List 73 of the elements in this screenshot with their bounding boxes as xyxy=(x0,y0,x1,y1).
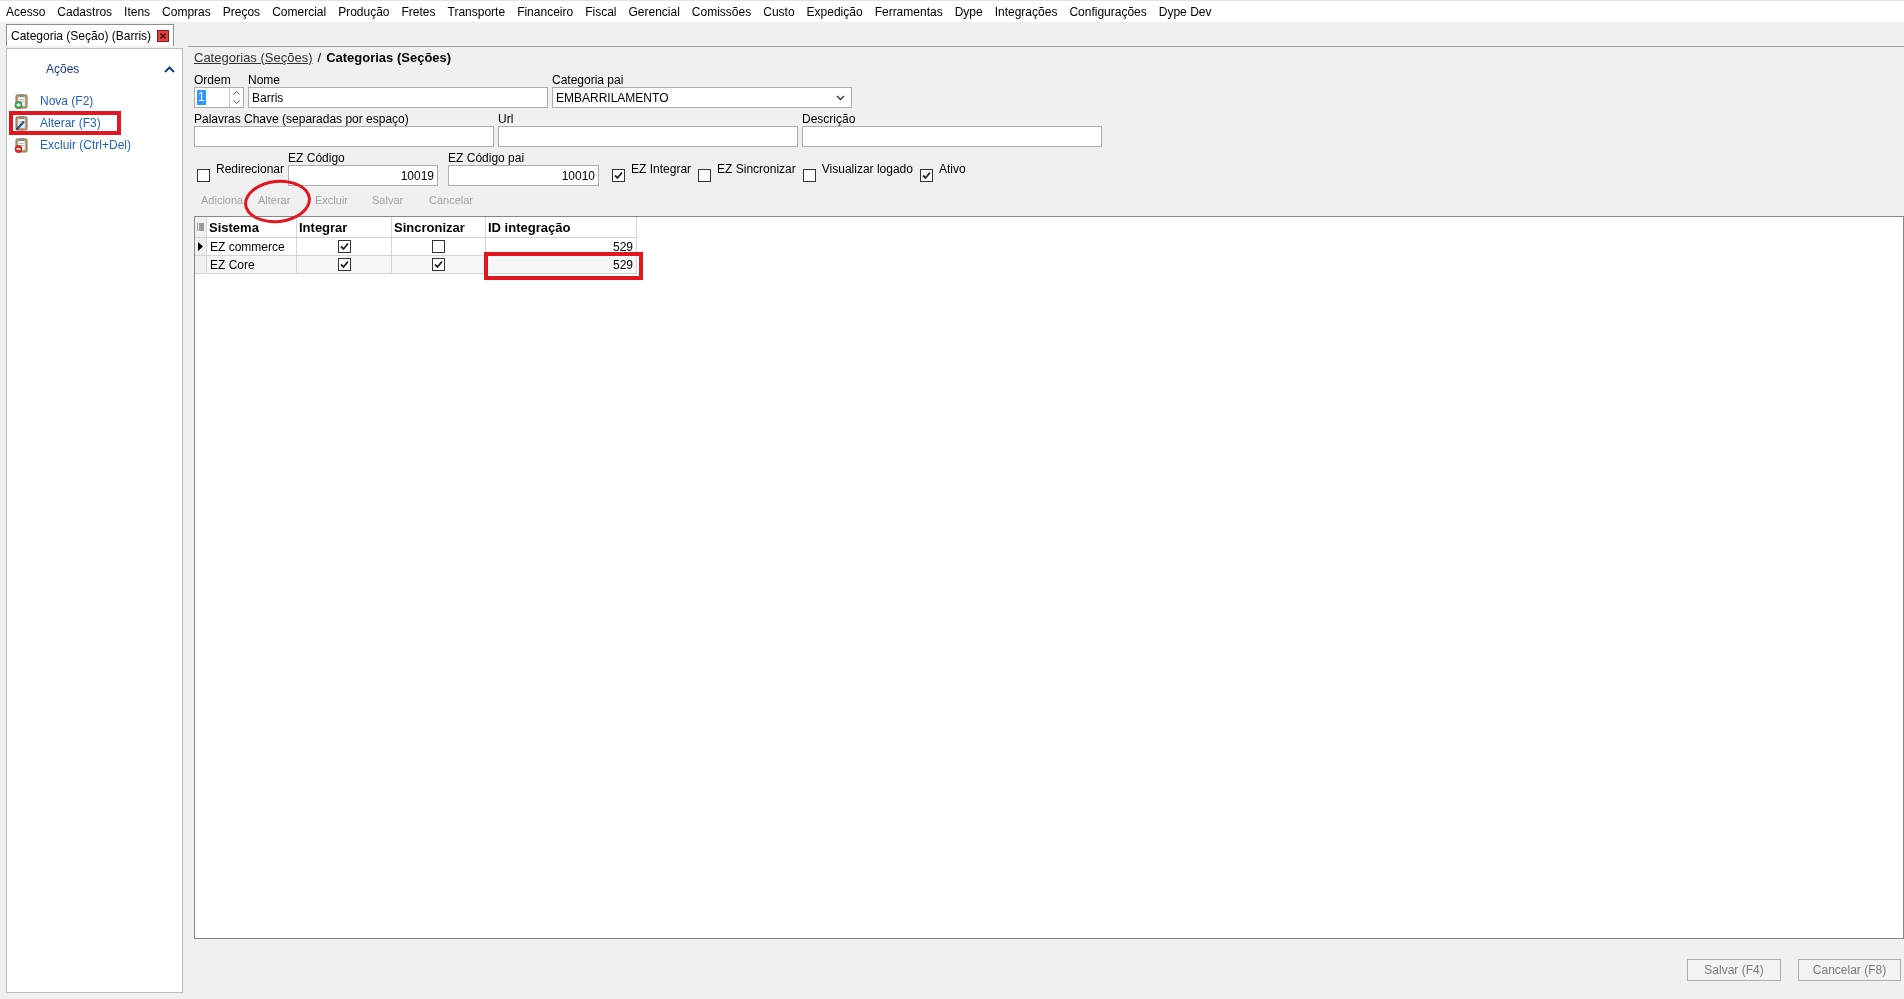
checkbox[interactable] xyxy=(698,169,712,182)
number-field[interactable]: 10019 xyxy=(288,165,439,186)
checkbox-label: Redirecionar xyxy=(216,162,285,176)
checkbox[interactable] xyxy=(432,258,445,271)
clipboard-minus-icon xyxy=(14,137,30,153)
checkbox[interactable] xyxy=(919,169,933,182)
text-field[interactable] xyxy=(802,126,1102,147)
table-cell: 529 xyxy=(486,256,637,274)
action-link[interactable]: Alterar (F3) xyxy=(14,114,101,132)
menu-item[interactable]: Compras xyxy=(156,2,217,21)
checkbox[interactable] xyxy=(612,169,626,182)
menu-item[interactable]: Preços xyxy=(216,2,267,21)
menu-item[interactable]: Gerencial xyxy=(622,2,686,21)
close-icon[interactable] xyxy=(157,29,170,42)
checkbox[interactable] xyxy=(197,169,210,182)
page-title: Categorias (Seções) xyxy=(326,50,452,65)
spin-down-icon[interactable] xyxy=(230,98,243,107)
menu-item[interactable]: Comissões xyxy=(685,2,758,21)
menu-item[interactable]: Comercial xyxy=(266,2,333,21)
chevron-up-icon[interactable] xyxy=(164,65,175,73)
field-label: Ordem xyxy=(194,73,232,87)
text-field[interactable] xyxy=(194,126,494,147)
menu-item[interactable]: Ferramentas xyxy=(868,2,949,21)
table-cell: EZ Core xyxy=(207,256,297,274)
chevron-down-icon[interactable] xyxy=(836,94,845,101)
column-header[interactable]: Sincronizar xyxy=(392,217,486,238)
action-link[interactable]: Nova (F2) xyxy=(14,92,94,110)
menu-item[interactable]: Transporte xyxy=(441,2,512,21)
checkbox[interactable] xyxy=(337,240,351,253)
menu-item[interactable]: Financeiro xyxy=(511,2,580,21)
checkbox-label: Ativo xyxy=(938,162,966,176)
menu-item[interactable]: Cadastros xyxy=(51,2,119,21)
column-header[interactable]: ID integração xyxy=(486,217,637,238)
field-label: Descrição xyxy=(802,112,857,126)
menu-item[interactable]: Dype xyxy=(948,2,989,21)
row-indicator-icon xyxy=(198,242,203,251)
checkbox[interactable] xyxy=(802,169,816,182)
checkbox[interactable] xyxy=(337,258,351,271)
menu-item[interactable]: Configurações xyxy=(1063,2,1153,21)
checkbox-label: Visualizar logado xyxy=(821,162,913,176)
field-value: 1 xyxy=(197,90,206,105)
row-header[interactable] xyxy=(195,238,207,256)
menu-item[interactable]: Acesso xyxy=(0,2,52,21)
menu-item[interactable]: Integrações xyxy=(988,2,1064,21)
menu-item[interactable]: Fretes xyxy=(395,2,442,21)
text-field[interactable] xyxy=(498,126,798,147)
menu-item[interactable]: Expedição xyxy=(800,2,869,21)
column-header[interactable]: Sistema xyxy=(207,217,297,238)
field-label: Palavras Chave (separadas por espaço) xyxy=(194,112,410,126)
field-label: Categoria pai xyxy=(552,73,625,87)
breadcrumb-separator: / xyxy=(317,50,322,65)
menu-item[interactable]: Produção xyxy=(332,2,396,21)
menu-item[interactable]: Itens xyxy=(118,2,157,21)
checkbox-label: EZ Sincronizar xyxy=(717,162,796,176)
clipboard-pencil-icon xyxy=(14,115,30,131)
menu-item[interactable]: Fiscal xyxy=(579,2,623,21)
number-field[interactable]: 10010 xyxy=(448,165,600,186)
document-tab[interactable]: Categoria (Seção) (Barris) xyxy=(6,24,175,46)
breadcrumb-link[interactable]: Categorias (Seções) xyxy=(194,50,313,65)
field-label: EZ Código pai xyxy=(448,151,526,165)
text-field[interactable]: Barris xyxy=(248,87,548,108)
field-label: Nome xyxy=(248,73,281,87)
menu-item[interactable]: Custo xyxy=(757,2,801,21)
column-header[interactable]: Integrar xyxy=(297,217,392,238)
menu-item[interactable]: Dype Dev xyxy=(1152,2,1218,21)
dropdown[interactable]: EMBARRILAMENTO xyxy=(552,87,852,108)
section-title: Ações xyxy=(46,62,80,76)
clipboard-plus-icon xyxy=(14,93,30,109)
checkbox[interactable] xyxy=(432,240,445,253)
field-label: EZ Código xyxy=(288,151,346,165)
checkbox-label: EZ Integrar xyxy=(631,162,692,176)
action-link[interactable]: Excluir (Ctrl+Del) xyxy=(14,136,131,154)
field-label: Url xyxy=(498,112,515,126)
